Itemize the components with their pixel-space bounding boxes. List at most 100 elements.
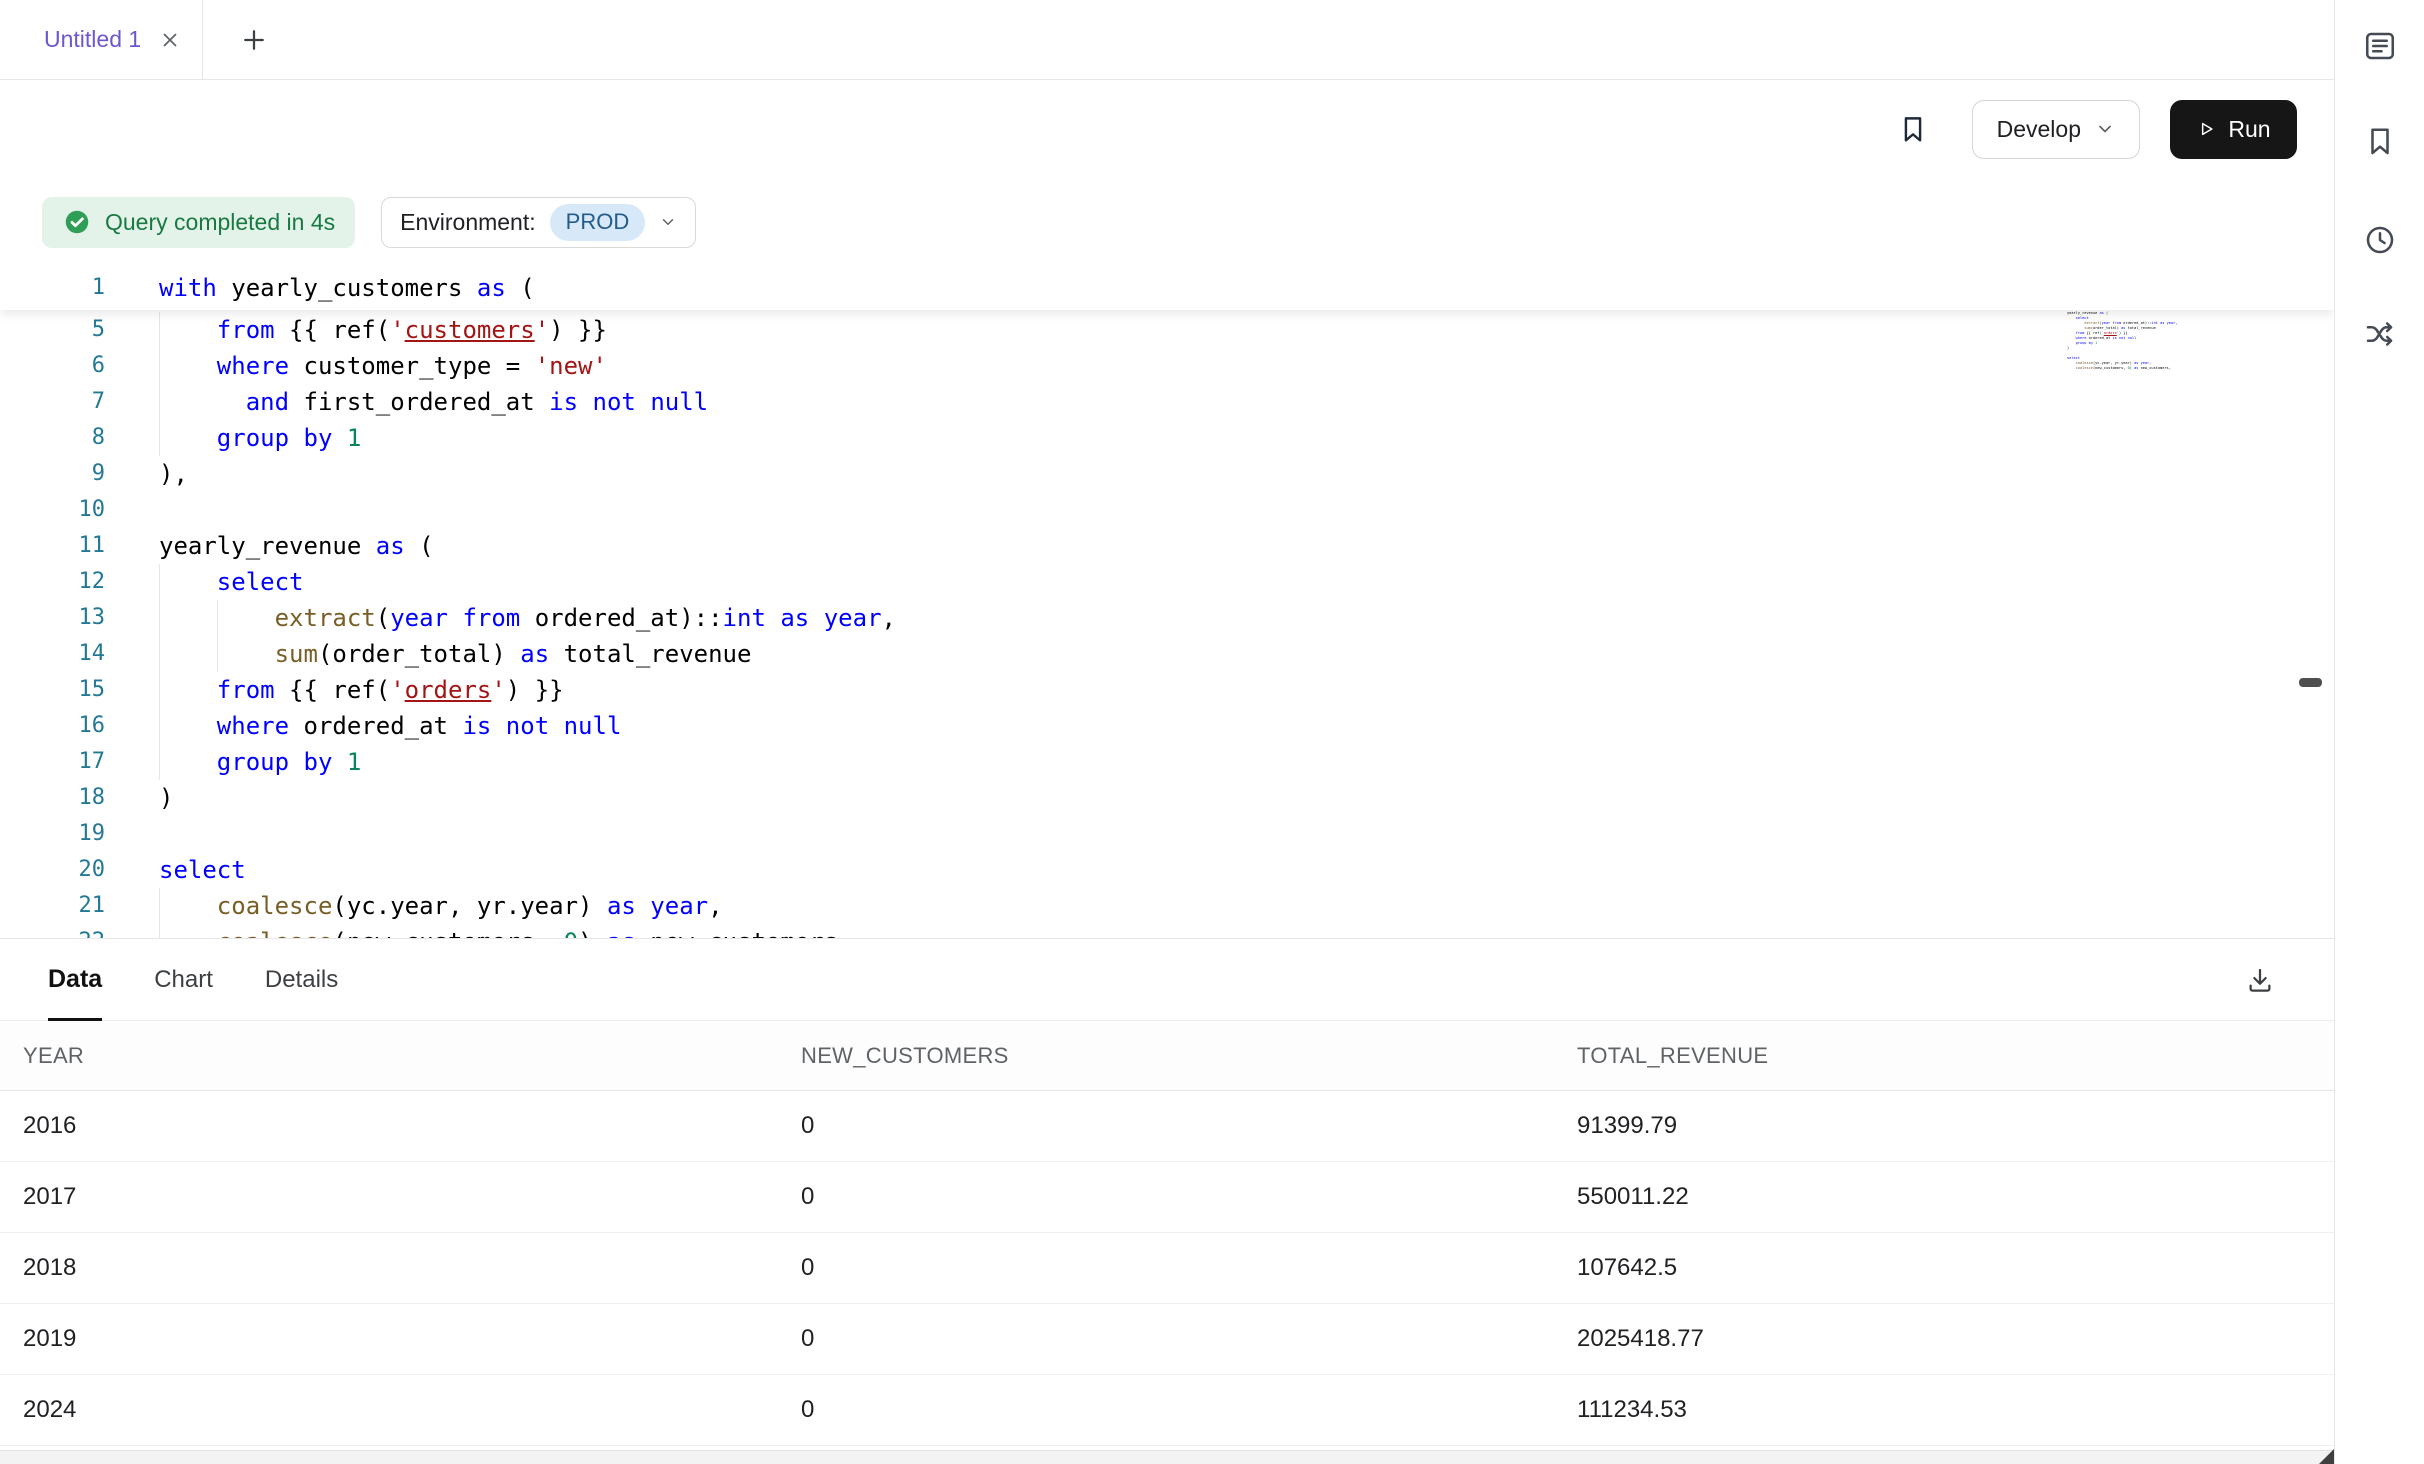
line-number: 6 bbox=[0, 348, 105, 384]
line-number: 8 bbox=[0, 420, 105, 456]
tab-details[interactable]: Details bbox=[265, 939, 338, 1020]
resize-corner-icon bbox=[2319, 1449, 2334, 1464]
column-header-total-revenue: TOTAL_REVENUE bbox=[1577, 1043, 2334, 1069]
results-tab-bar: Data Chart Details bbox=[0, 939, 2334, 1021]
code-text[interactable]: coalesce(new_customers, 0) as new_custom… bbox=[159, 924, 853, 938]
table-body: 2016091399.7920170550011.2220180107642.5… bbox=[0, 1091, 2334, 1446]
code-line[interactable]: 8 group by 1 bbox=[0, 420, 2334, 456]
code-text[interactable]: from {{ ref('orders') }} bbox=[159, 672, 564, 708]
tab-chart[interactable]: Chart bbox=[154, 939, 213, 1020]
sticky-scroll-line[interactable]: 1 with yearly_customers as ( bbox=[0, 266, 2334, 310]
code-line[interactable]: 22 coalesce(new_customers, 0) as new_cus… bbox=[0, 924, 2334, 938]
table-cell: 91399.79 bbox=[1577, 1112, 2334, 1140]
tab-untitled-1[interactable]: Untitled 1 bbox=[0, 0, 203, 79]
code-text[interactable]: select bbox=[159, 852, 246, 888]
code-text[interactable]: from {{ ref('customers') }} bbox=[159, 312, 607, 348]
indent-guide bbox=[159, 600, 160, 636]
code-line[interactable]: 13 extract(year from ordered_at)::int as… bbox=[0, 600, 2334, 636]
code-line[interactable]: 6 where customer_type = 'new' bbox=[0, 348, 2334, 384]
table-cell: 550011.22 bbox=[1577, 1183, 2334, 1211]
code-text[interactable]: group by 1 bbox=[159, 744, 361, 780]
compiled-code-icon[interactable] bbox=[2352, 18, 2408, 74]
download-icon[interactable] bbox=[2245, 939, 2275, 1020]
line-number: 5 bbox=[0, 312, 105, 348]
query-status-pill: Query completed in 4s bbox=[42, 197, 355, 248]
environment-selector[interactable]: Environment: PROD bbox=[381, 197, 696, 248]
code-line[interactable]: 16 where ordered_at is not null bbox=[0, 708, 2334, 744]
code-line[interactable]: 20select bbox=[0, 852, 2334, 888]
horizontal-scrollbar[interactable] bbox=[0, 1450, 2334, 1464]
develop-dropdown[interactable]: Develop bbox=[1972, 100, 2140, 159]
code-line[interactable]: 19 bbox=[0, 816, 2334, 852]
code-line[interactable]: 1 with yearly_customers as ( bbox=[0, 266, 2334, 310]
run-button[interactable]: Run bbox=[2170, 100, 2297, 159]
code-text[interactable]: sum(order_total) as total_revenue bbox=[159, 636, 751, 672]
results-panel: Data Chart Details YEAR NEW_CUSTOMERS TO… bbox=[0, 938, 2334, 1464]
line-number: 1 bbox=[0, 266, 105, 310]
new-tab-button[interactable] bbox=[203, 0, 305, 79]
bookmark-icon[interactable] bbox=[1896, 112, 1930, 146]
editor-scrollbar-thumb[interactable] bbox=[2299, 678, 2322, 687]
table-row[interactable]: 201902025418.77 bbox=[0, 1304, 2334, 1375]
play-icon bbox=[2196, 119, 2216, 139]
line-number: 9 bbox=[0, 456, 105, 492]
indent-guide bbox=[217, 636, 218, 672]
code-text[interactable]: and first_ordered_at is not null bbox=[159, 384, 708, 420]
tab-details-label: Details bbox=[265, 966, 338, 994]
line-number: 12 bbox=[0, 564, 105, 600]
code-line[interactable]: 12 select bbox=[0, 564, 2334, 600]
code-text[interactable]: where customer_type = 'new' bbox=[159, 348, 607, 384]
tab-data[interactable]: Data bbox=[48, 939, 102, 1020]
environment-badge: PROD bbox=[550, 204, 646, 241]
indent-guide bbox=[217, 600, 218, 636]
right-icon-rail bbox=[2334, 0, 2424, 1464]
bookmarks-icon[interactable] bbox=[2352, 113, 2408, 169]
code-line[interactable]: 11 yearly_revenue as ( bbox=[0, 528, 2334, 564]
indent-guide bbox=[159, 384, 160, 420]
run-label: Run bbox=[2228, 116, 2270, 143]
table-cell: 107642.5 bbox=[1577, 1254, 2334, 1282]
code-line[interactable]: 18) bbox=[0, 780, 2334, 816]
lineage-icon[interactable] bbox=[2352, 306, 2408, 362]
table-cell: 2019 bbox=[23, 1325, 801, 1353]
code-text[interactable]: yearly_revenue as ( bbox=[159, 528, 434, 564]
line-number: 22 bbox=[0, 924, 105, 938]
code-line[interactable]: 5 from {{ ref('customers') }} bbox=[0, 312, 2334, 348]
code-line[interactable]: 15 from {{ ref('orders') }} bbox=[0, 672, 2334, 708]
code-text[interactable]: select bbox=[159, 564, 304, 600]
line-number: 11 bbox=[0, 528, 105, 564]
indent-guide bbox=[159, 348, 160, 384]
code-text[interactable]: extract(year from ordered_at)::int as ye… bbox=[159, 600, 896, 636]
code-text[interactable]: with yearly_customers as ( bbox=[159, 266, 535, 310]
environment-label: Environment: bbox=[400, 209, 536, 236]
code-line[interactable]: 17 group by 1 bbox=[0, 744, 2334, 780]
code-line[interactable]: 10 bbox=[0, 492, 2334, 528]
table-row[interactable]: 2016091399.79 bbox=[0, 1091, 2334, 1162]
table-row[interactable]: 20240111234.53 bbox=[0, 1375, 2334, 1446]
line-number: 16 bbox=[0, 708, 105, 744]
line-number: 15 bbox=[0, 672, 105, 708]
table-row[interactable]: 20180107642.5 bbox=[0, 1233, 2334, 1304]
code-text[interactable]: where ordered_at is not null bbox=[159, 708, 621, 744]
line-number: 17 bbox=[0, 744, 105, 780]
history-icon[interactable] bbox=[2352, 212, 2408, 268]
line-number: 10 bbox=[0, 492, 105, 528]
close-tab-icon[interactable] bbox=[159, 29, 181, 51]
code-line[interactable]: 7 and first_ordered_at is not null bbox=[0, 384, 2334, 420]
code-line[interactable]: 9), bbox=[0, 456, 2334, 492]
line-number: 18 bbox=[0, 780, 105, 816]
code-text[interactable]: group by 1 bbox=[159, 420, 361, 456]
line-number: 13 bbox=[0, 600, 105, 636]
code-text[interactable]: ), bbox=[159, 456, 188, 492]
query-status-text: Query completed in 4s bbox=[105, 209, 335, 236]
table-row[interactable]: 20170550011.22 bbox=[0, 1162, 2334, 1233]
code-line[interactable]: 21 coalesce(yc.year, yr.year) as year, bbox=[0, 888, 2334, 924]
code-editor[interactable]: 1 with yearly_customers as ( 5 from {{ re… bbox=[0, 266, 2334, 938]
tab-chart-label: Chart bbox=[154, 966, 213, 994]
table-cell: 0 bbox=[801, 1325, 1577, 1353]
indent-guide bbox=[159, 312, 160, 348]
develop-label: Develop bbox=[1997, 116, 2081, 143]
code-line[interactable]: 14 sum(order_total) as total_revenue bbox=[0, 636, 2334, 672]
code-text[interactable]: coalesce(yc.year, yr.year) as year, bbox=[159, 888, 723, 924]
code-text[interactable]: ) bbox=[159, 780, 173, 816]
